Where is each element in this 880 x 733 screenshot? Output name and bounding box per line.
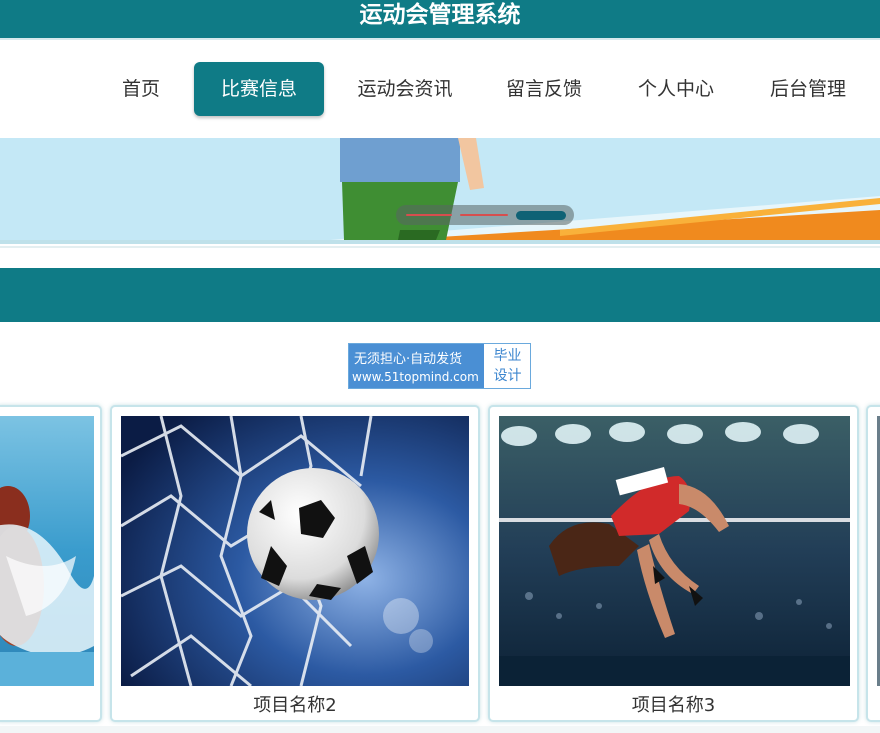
divider xyxy=(0,246,880,248)
hero-carousel[interactable] xyxy=(0,138,880,244)
carousel-dot[interactable] xyxy=(406,214,452,216)
ad-tag-1: 毕业 xyxy=(493,348,522,364)
carousel-indicator xyxy=(396,205,574,225)
project-card[interactable]: 项目名称2 xyxy=(110,405,480,722)
carousel-dot[interactable] xyxy=(460,214,508,216)
ad-url: www.51topmind.com xyxy=(352,370,479,384)
high-jump-image xyxy=(499,416,850,686)
ad-slogan: 无须担心·自动发货 xyxy=(354,352,463,367)
top-header-bar: 运动会管理系统 xyxy=(0,0,880,40)
project-card[interactable]: 项目名称3 xyxy=(488,405,859,722)
ad-badge[interactable]: 无须担心·自动发货 www.51topmind.com 毕业 设计 xyxy=(348,343,531,389)
project-image xyxy=(121,416,469,686)
nav-item-home[interactable]: 首页 xyxy=(110,62,172,116)
main-navigation: 首页 比赛信息 运动会资讯 留言反馈 个人中心 后台管理 xyxy=(0,42,880,138)
section-header-band xyxy=(0,268,880,322)
project-image xyxy=(0,416,94,686)
nav-item-feedback[interactable]: 留言反馈 xyxy=(494,62,594,116)
bottom-strip xyxy=(0,726,880,733)
project-card[interactable] xyxy=(0,405,102,722)
soccer-ball-net-image xyxy=(121,416,469,686)
project-card[interactable] xyxy=(866,405,880,722)
nav-item-admin[interactable]: 后台管理 xyxy=(758,62,858,116)
ad-badge-right: 毕业 设计 xyxy=(485,344,530,388)
carousel-dot-active[interactable] xyxy=(516,211,566,220)
nav-item-sports-news[interactable]: 运动会资讯 xyxy=(346,62,464,116)
project-name[interactable]: 项目名称3 xyxy=(490,691,857,717)
project-name[interactable]: 项目名称2 xyxy=(112,691,478,717)
nav-item-personal-center[interactable]: 个人中心 xyxy=(626,62,726,116)
ad-badge-left: 无须担心·自动发货 www.51topmind.com xyxy=(349,344,484,388)
swimming-image xyxy=(0,416,94,686)
ad-tag-2: 设计 xyxy=(493,368,522,384)
project-image xyxy=(499,416,850,686)
nav-item-competition-info[interactable]: 比赛信息 xyxy=(194,62,324,116)
site-title: 运动会管理系统 xyxy=(359,2,521,28)
